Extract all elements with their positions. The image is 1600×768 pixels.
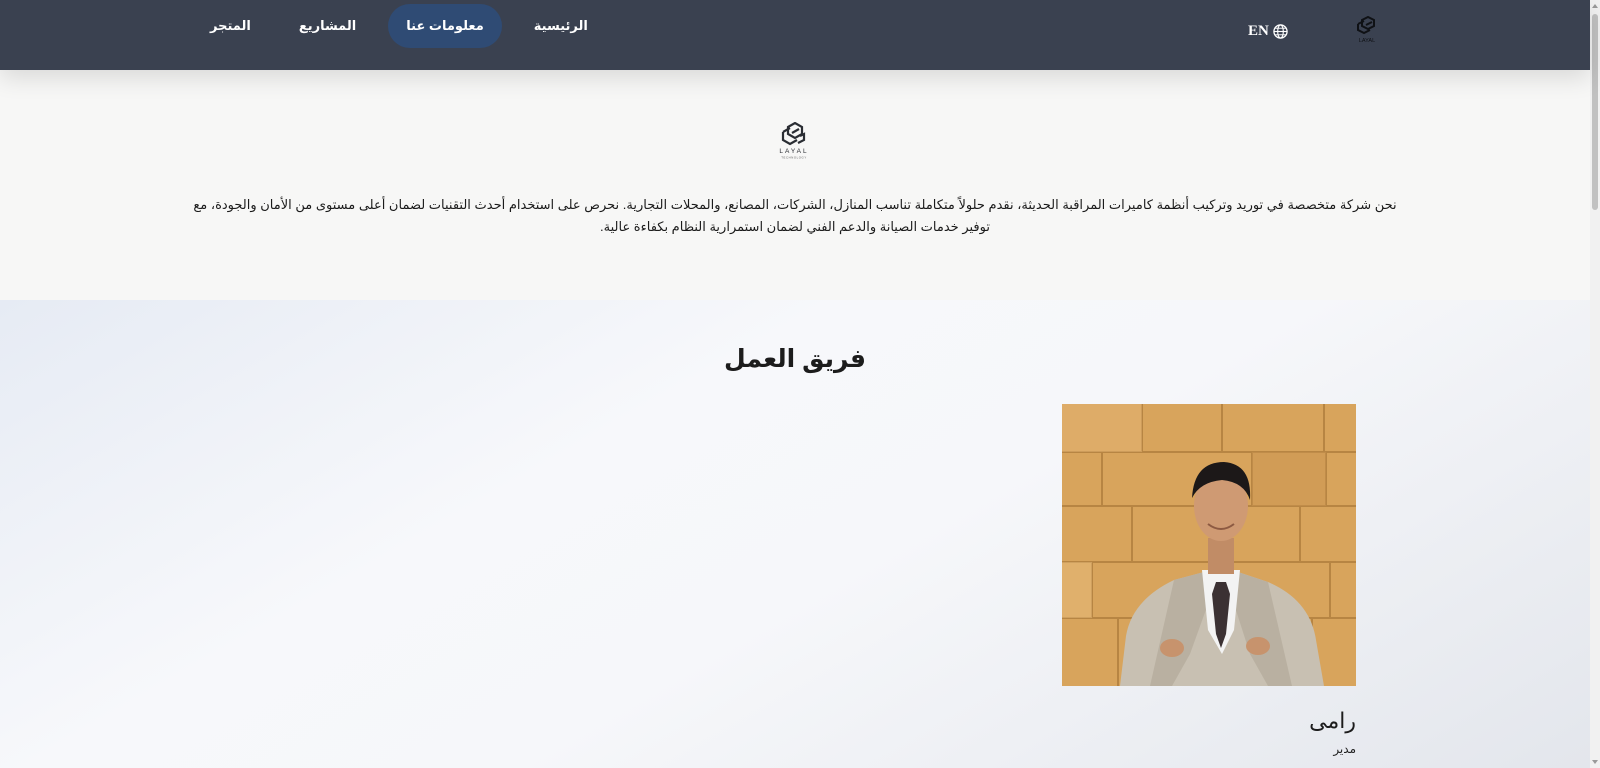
- about-description: نحن شركة متخصصة في توريد وتركيب أنظمة كا…: [193, 197, 1397, 234]
- about-logo-text: LAYAL: [779, 148, 808, 155]
- nav-home[interactable]: الرئيسية: [518, 4, 604, 48]
- language-switch[interactable]: EN: [1248, 23, 1288, 40]
- main-nav: الرئيسية معلومات عنا المشاريع المتجر: [186, 4, 612, 48]
- nav-store[interactable]: المتجر: [194, 4, 267, 48]
- header-logo-text: LAYAL: [1359, 38, 1375, 44]
- member-name: رامى: [1309, 708, 1356, 733]
- top-navbar: الرئيسية معلومات عنا المشاريع المتجر EN …: [0, 0, 1590, 70]
- page-scrollbar[interactable]: [1590, 0, 1600, 768]
- nav-about[interactable]: معلومات عنا: [388, 4, 502, 48]
- scroll-down-arrow-icon[interactable]: [1592, 760, 1598, 764]
- team-member-card: رامى مدير: [1062, 404, 1356, 756]
- about-logo-icon: LAYAL TECHNOLOGY: [779, 122, 808, 160]
- team-section: فريق العمل رامى مدير: [0, 300, 1590, 768]
- member-role: مدير: [1333, 742, 1356, 756]
- nav-projects[interactable]: المشاريع: [283, 4, 372, 48]
- globe-icon: [1273, 24, 1288, 39]
- layal-logo-icon[interactable]: LAYAL: [1348, 16, 1386, 46]
- scroll-thumb[interactable]: [1592, 14, 1598, 210]
- team-title: فريق العمل: [724, 345, 866, 373]
- language-label: EN: [1248, 23, 1269, 39]
- about-section: LAYAL TECHNOLOGY نحن شركة متخصصة في توري…: [0, 70, 1590, 300]
- member-photo: [1062, 404, 1356, 686]
- scroll-up-arrow-icon[interactable]: [1592, 4, 1598, 8]
- about-logo-subtext: TECHNOLOGY: [781, 156, 807, 160]
